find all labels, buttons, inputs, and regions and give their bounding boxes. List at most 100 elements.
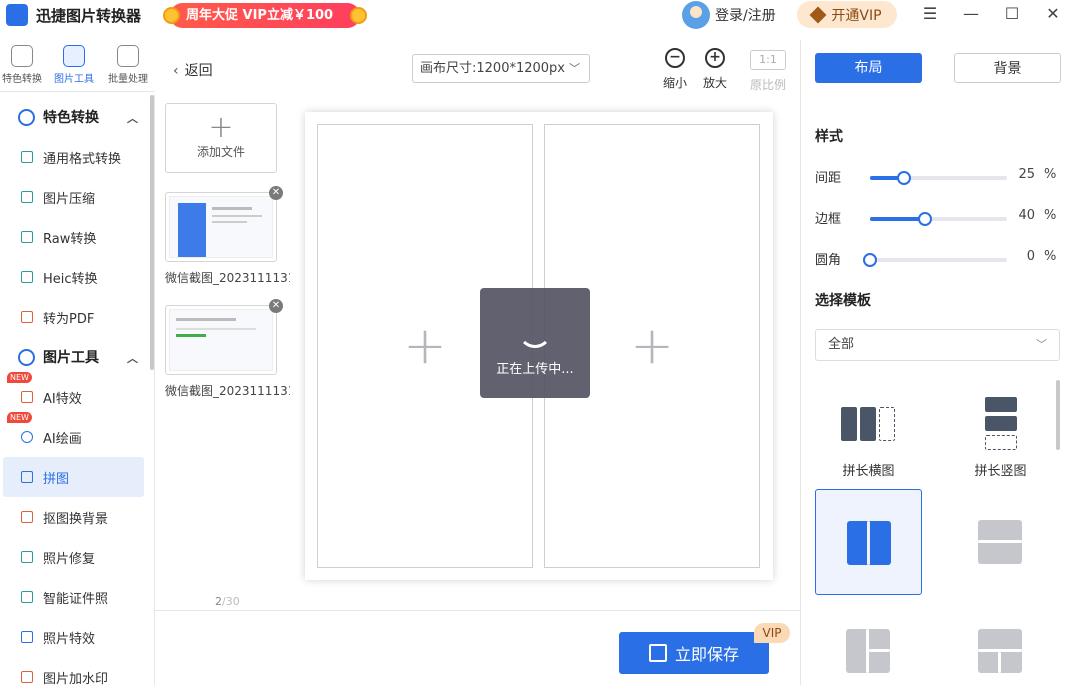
file-name: 微信截图_2023111131... xyxy=(165,384,307,398)
mode-special-convert[interactable]: 特色转换 xyxy=(0,40,47,85)
slider-knob[interactable] xyxy=(917,212,932,226)
template-horizontal[interactable]: 拼长横图 xyxy=(815,385,922,491)
slider-track[interactable] xyxy=(863,253,1007,267)
slider-label: 间距 xyxy=(815,171,842,186)
chevron-up-icon: ︿ xyxy=(127,352,138,365)
screenshot-preview xyxy=(169,196,273,258)
slider-knob[interactable] xyxy=(897,171,912,185)
template-block xyxy=(841,407,857,441)
maximize-icon[interactable]: ☐ xyxy=(1002,4,1022,24)
sidebar-item-photo-effect[interactable]: 照片特效 xyxy=(3,617,144,657)
sidebar-item-label: 拼图 xyxy=(43,471,70,487)
sidebar-item-ai-effect[interactable]: NEW AI特效 xyxy=(3,372,144,417)
slider-spacing[interactable]: 间距 25 % xyxy=(815,167,1060,187)
mode-bar: 特色转换 图片工具 批量处理 xyxy=(0,40,155,92)
tools-icon xyxy=(63,45,85,67)
slider-track[interactable] xyxy=(870,171,1007,185)
template-three-a[interactable] xyxy=(815,598,922,685)
template-label: 拼长横图 xyxy=(842,464,895,479)
save-label: 立即保存 xyxy=(674,645,739,664)
preview-line xyxy=(212,221,247,223)
plus-icon: + xyxy=(208,110,234,145)
sidebar-item-watermark[interactable]: 图片加水印 xyxy=(3,657,144,685)
coin-icon xyxy=(163,7,180,24)
close-icon[interactable]: ✕ xyxy=(1043,4,1063,24)
panel-scrollbar[interactable] xyxy=(1056,380,1060,450)
slider-track[interactable] xyxy=(870,212,1007,226)
sidebar-item-cutout[interactable]: 抠图换背景 xyxy=(3,497,144,537)
save-button[interactable]: 立即保存 xyxy=(619,632,769,674)
loading-text: 正在上传中... xyxy=(496,362,574,377)
raw-icon xyxy=(21,231,33,243)
back-button[interactable]: ‹ 返回 xyxy=(173,60,213,80)
canvas-area: + + 正在上传中... xyxy=(290,100,800,610)
repair-icon xyxy=(21,551,33,563)
mode-image-tools[interactable]: 图片工具 xyxy=(49,40,99,85)
file-thumbnail[interactable]: ✕ xyxy=(165,186,283,262)
slider-unit: % xyxy=(1044,167,1057,182)
sidebar-item-heic[interactable]: Heic转换 xyxy=(3,257,144,297)
sidebar-item-id-photo[interactable]: 智能证件照 xyxy=(3,577,144,617)
new-badge: NEW xyxy=(7,412,32,423)
sidebar-item-label: 通用格式转换 xyxy=(43,151,122,167)
sidebar-item-label: Raw转换 xyxy=(43,231,97,247)
app-title: 迅捷图片转换器 xyxy=(36,7,142,25)
group-label: 特色转换 xyxy=(43,110,99,126)
zoom-out-button[interactable]: − 缩小 xyxy=(657,46,693,91)
id-photo-icon xyxy=(21,591,33,603)
original-ratio-button[interactable]: 1:1 原比例 xyxy=(750,46,786,93)
template-block xyxy=(879,407,895,441)
remove-file-icon[interactable]: ✕ xyxy=(269,186,283,200)
sidebar-item-format[interactable]: 通用格式转换 xyxy=(3,137,144,177)
mode-batch[interactable]: 批量处理 xyxy=(103,40,153,85)
sidebar-item-compress[interactable]: 图片压缩 xyxy=(3,177,144,217)
sidebar-item-label: Heic转换 xyxy=(43,271,98,287)
sidebar-item-label: 照片特效 xyxy=(43,631,96,647)
template-vertical[interactable]: 拼长竖图 xyxy=(947,385,1054,491)
tab-layout[interactable]: 布局 xyxy=(815,53,922,83)
sidebar-item-raw[interactable]: Raw转换 xyxy=(3,217,144,257)
remove-file-icon[interactable]: ✕ xyxy=(269,299,283,313)
heic-icon xyxy=(21,271,33,283)
add-file-button[interactable]: + 添加文件 xyxy=(165,103,277,173)
sidebar-item-ai-paint[interactable]: NEW AI绘画 xyxy=(3,412,144,457)
open-vip-button[interactable]: 开通VIP xyxy=(797,1,897,28)
menu-icon[interactable]: ☰ xyxy=(920,4,940,24)
plus-icon: + xyxy=(403,316,447,376)
preview-line xyxy=(176,318,236,321)
template-two-rows[interactable] xyxy=(947,489,1054,595)
file-thumbnail[interactable]: ✕ xyxy=(165,299,283,375)
sidebar-item-collage[interactable]: 拼图 xyxy=(3,457,144,497)
tab-background[interactable]: 背景 xyxy=(954,53,1061,83)
sidebar: 特色转换 ︿ 通用格式转换 图片压缩 Raw转换 Heic转换 转为PDF 图片… xyxy=(0,95,155,685)
chevron-down-icon: ﹀ xyxy=(1036,338,1047,351)
slider-border[interactable]: 边框 40 % xyxy=(815,208,1060,228)
template-filter-value: 全部 xyxy=(828,337,855,352)
sidebar-group-tools[interactable]: 图片工具 ︿ xyxy=(0,337,150,377)
sidebar-item-repair[interactable]: 照片修复 xyxy=(3,537,144,577)
slider-value: 0 xyxy=(1026,249,1035,264)
slider-knob[interactable] xyxy=(863,253,877,267)
pdf-icon xyxy=(21,311,33,323)
diamond-icon xyxy=(809,6,827,23)
promo-banner[interactable]: 周年大促 VIP立减￥100 xyxy=(163,3,367,28)
minimize-icon[interactable]: — xyxy=(961,4,981,24)
template-two-columns[interactable] xyxy=(815,489,922,595)
canvas-size-select[interactable]: 画布尺寸:1200*1200px ﹀ xyxy=(412,54,590,83)
zoom-in-button[interactable]: + 放大 xyxy=(697,46,733,91)
sidebar-scrollbar[interactable] xyxy=(150,95,154,370)
login-button[interactable]: 登录/注册 xyxy=(682,1,776,29)
login-label: 登录/注册 xyxy=(715,8,776,24)
sidebar-group-special[interactable]: 特色转换 ︿ xyxy=(0,97,150,137)
app-logo-icon xyxy=(6,4,28,26)
sidebar-item-pdf[interactable]: 转为PDF xyxy=(3,297,144,337)
collage-board: + + 正在上传中... xyxy=(305,112,773,580)
slider-value: 25 xyxy=(1018,167,1035,182)
slider-label: 圆角 xyxy=(815,253,842,268)
zoom-out-icon: − xyxy=(665,48,685,68)
template-filter-select[interactable]: 全部 ﹀ xyxy=(815,329,1060,361)
slider-corner[interactable]: 圆角 0 % xyxy=(815,249,1060,269)
template-three-b[interactable] xyxy=(947,598,1054,685)
ratio-icon: 1:1 xyxy=(750,50,786,70)
slider-label: 边框 xyxy=(815,212,842,227)
